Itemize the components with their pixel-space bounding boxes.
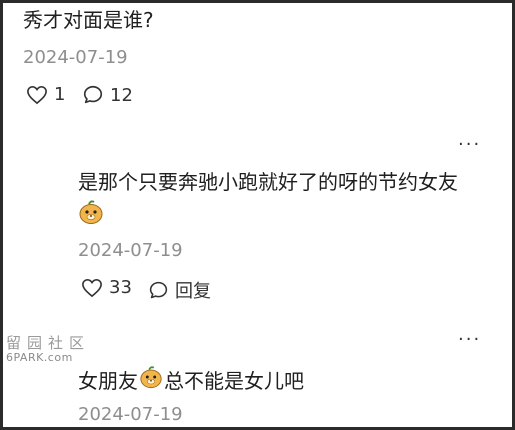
emoji-face-icon xyxy=(78,199,104,229)
post-date: 2024-07-19 xyxy=(23,47,128,68)
watermark-line1: 留园社区 xyxy=(6,334,91,352)
watermark: 留园社区 6PARK.com xyxy=(6,332,106,368)
reply-text-before: 女朋友 xyxy=(78,368,138,393)
reply-label: 回复 xyxy=(175,281,211,302)
reply-button[interactable]: 回复 xyxy=(148,277,211,303)
post-text: 秀才对面是谁? xyxy=(23,8,154,32)
reply-date-2: 2024-07-19 xyxy=(78,404,183,425)
reply-date: 2024-07-19 xyxy=(78,240,183,261)
more-icon[interactable]: ··· xyxy=(458,134,481,155)
reply-text-after: 总不能是女儿吧 xyxy=(164,368,304,393)
comment-icon xyxy=(148,280,169,301)
comment-button[interactable]: 12 xyxy=(82,84,133,106)
more-icon[interactable]: ··· xyxy=(458,329,481,350)
watermark-line2: 6PARK.com xyxy=(6,351,73,364)
like-count: 1 xyxy=(54,84,66,105)
emoji-face-icon xyxy=(139,365,163,396)
reply-like-count: 33 xyxy=(109,277,132,298)
reply-text-2: 女朋友 总不能是女儿吧 xyxy=(78,365,304,396)
comment-icon xyxy=(82,84,104,106)
like-button[interactable]: 1 xyxy=(26,84,65,105)
heart-icon xyxy=(26,85,48,105)
reply-like-button[interactable]: 33 xyxy=(81,277,132,298)
comment-count: 12 xyxy=(110,84,133,106)
heart-icon xyxy=(81,278,103,298)
reply-text: 是那个只要奔驰小跑就好了的呀的节约女友 xyxy=(78,170,458,194)
